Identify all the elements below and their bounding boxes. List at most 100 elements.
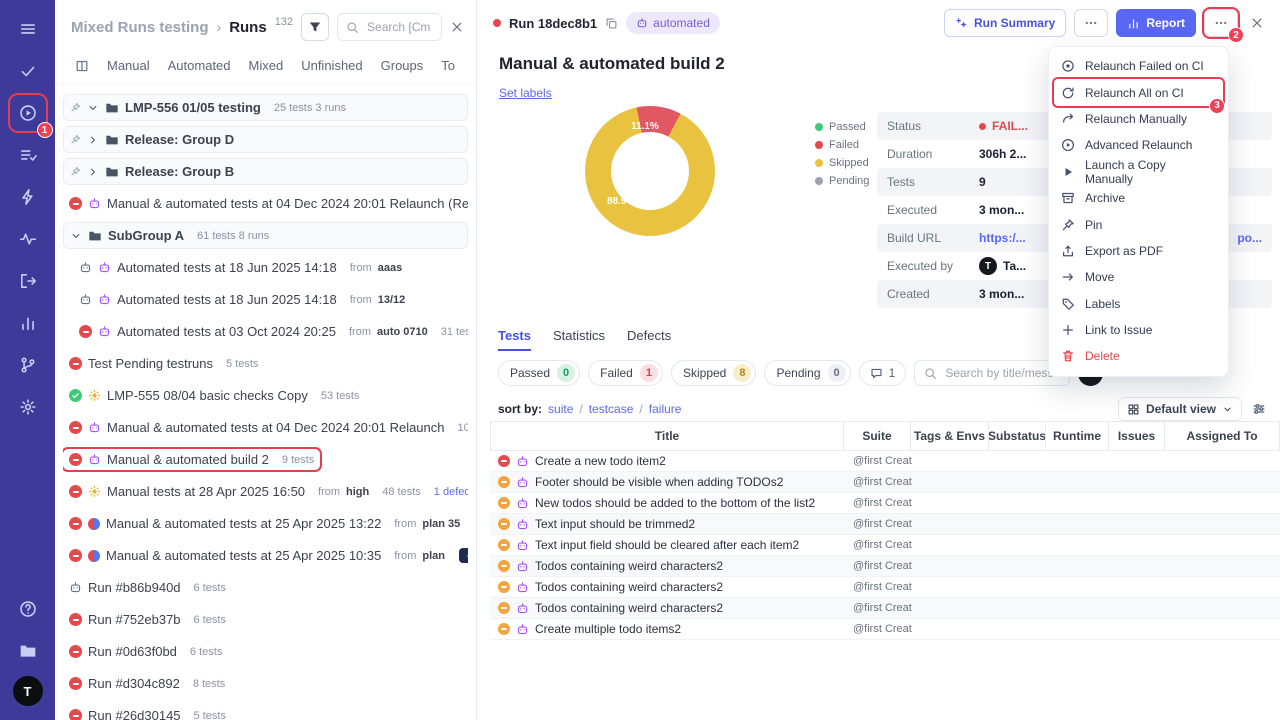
sidebar-btn-activity[interactable] (0, 218, 55, 260)
run-item[interactable]: Run #d304c892 8 tests (63, 670, 468, 697)
menu-item-labels[interactable]: Labels (1049, 291, 1228, 317)
sidebar-btn-gear[interactable] (0, 386, 55, 428)
sidebar-btn-help-circle[interactable] (0, 588, 55, 630)
sidebar-btn-git-branch[interactable] (0, 344, 55, 386)
filter-button[interactable] (301, 13, 330, 41)
column-header-substatus[interactable]: Substatus (989, 422, 1046, 450)
tests-search-input[interactable] (943, 365, 1061, 381)
sidebar-btn-check[interactable] (0, 50, 55, 92)
run-item[interactable]: Automated tests at 03 Oct 2024 20:25 from… (73, 318, 468, 345)
menu-item-relaunch-failed-on-ci[interactable]: Relaunch Failed on CI (1049, 53, 1228, 79)
folder-item[interactable]: Release: Group D (63, 126, 468, 153)
sidebar-btn-zap[interactable] (0, 176, 55, 218)
run-actions-more-button[interactable]: 2 (1204, 9, 1244, 43)
view-selector[interactable]: Default view (1117, 397, 1242, 421)
menu-item-delete[interactable]: Delete (1049, 343, 1228, 369)
column-header-runtime[interactable]: Runtime (1046, 422, 1109, 450)
run-item[interactable]: LMP-555 08/04 basic checks Copy 53 tests (63, 382, 468, 409)
runs-tab-manual[interactable]: Manual (107, 58, 150, 73)
menu-item-archive[interactable]: Archive (1049, 185, 1228, 211)
folder-item[interactable]: LMP-556 01/05 testing 25 tests 3 runs (63, 94, 468, 121)
test-row[interactable]: Create multiple todo items2 @first Create… (490, 619, 1280, 640)
run-item[interactable]: Manual & automated tests at 25 Apr 2025 … (63, 542, 468, 569)
run-summary-button[interactable]: Run Summary (943, 9, 1067, 37)
test-row[interactable]: Create a new todo item2 @first Create ... (490, 451, 1280, 472)
sidebar-btn-list-check[interactable] (0, 134, 55, 176)
column-header-tags-envs[interactable]: Tags & Envs (911, 422, 989, 450)
sidebar-btn-play-circle[interactable]: 1 (0, 92, 55, 138)
test-row[interactable]: Todos containing weird characters2 @first… (490, 598, 1280, 619)
run-item[interactable]: Run #0d63f0bd 6 tests (63, 638, 468, 665)
sidebar-btn-sign-in[interactable] (0, 260, 55, 302)
run-item[interactable]: Test Pending testruns 5 tests (63, 350, 468, 377)
tab-tests[interactable]: Tests (498, 328, 531, 351)
folder-item[interactable]: SubGroup A 61 tests 8 runs (63, 222, 468, 249)
runs-search[interactable] (337, 13, 442, 41)
close-run-detail-icon[interactable] (1250, 16, 1264, 30)
filter-chip-failed[interactable]: Failed 1 (588, 360, 663, 386)
runs-tab-automated[interactable]: Automated (168, 58, 231, 73)
app-root: 1 T Mixed Runs testing › Runs 132 Manual… (0, 0, 1280, 720)
robot-icon (516, 497, 529, 510)
sidebar-btn-menu[interactable] (0, 8, 55, 50)
run-item[interactable]: Automated tests at 18 Jun 2025 14:18 from… (73, 286, 468, 313)
table-settings-icon[interactable] (1252, 402, 1266, 416)
column-header-issues[interactable]: Issues (1109, 422, 1165, 450)
menu-item-pin[interactable]: Pin (1049, 211, 1228, 237)
tests-search[interactable] (914, 360, 1071, 386)
column-header-assigned-to[interactable]: Assigned To (1165, 422, 1279, 450)
filter-chip-pending[interactable]: Pending 0 (764, 360, 851, 386)
test-row[interactable]: Todos containing weird characters2 @first… (490, 577, 1280, 598)
sidebar-btn-folder[interactable] (0, 630, 55, 672)
menu-item-export-as-pdf[interactable]: Export as PDF (1049, 238, 1228, 264)
column-header-title[interactable]: Title (491, 422, 844, 450)
set-labels-link[interactable]: Set labels (499, 86, 552, 100)
run-item[interactable]: Manual & automated tests at 25 Apr 2025 … (63, 510, 468, 537)
run-item[interactable]: Manual tests at 28 Apr 2025 16:50 from hig… (63, 478, 468, 505)
test-row[interactable]: Text input should be trimmed2 @first Crea… (490, 514, 1280, 535)
summary-more-button[interactable] (1074, 9, 1109, 37)
runs-tab-mixed[interactable]: Mixed (249, 58, 284, 73)
filter-chip-passed[interactable]: Passed 0 (498, 360, 581, 386)
copy-run-id-icon[interactable] (605, 17, 618, 30)
menu-item-relaunch-all-on-ci[interactable]: Relaunch All on CI 3 (1054, 79, 1225, 114)
detail-value[interactable]: https:/... (979, 231, 1026, 245)
cell-empty (1110, 619, 1166, 639)
tab-defects[interactable]: Defects (627, 328, 671, 351)
user-avatar[interactable]: T (12, 676, 43, 706)
run-item[interactable]: Manual & automated build 2 9 tests (63, 446, 468, 473)
tab-statistics[interactable]: Statistics (553, 328, 605, 351)
test-row[interactable]: Todos containing weird characters2 @first… (490, 556, 1280, 577)
columns-icon[interactable] (75, 59, 89, 73)
test-row[interactable]: Footer should be visible when adding TOD… (490, 472, 1280, 493)
menu-item-launch-a-copy-manually[interactable]: Launch a Copy Manually (1049, 158, 1228, 186)
menu-item-relaunch-manually[interactable]: Relaunch Manually (1049, 106, 1228, 132)
comments-filter-chip[interactable]: 1 (858, 360, 907, 386)
sort-by-testcase[interactable]: testcase (589, 402, 634, 416)
runs-tab-groups[interactable]: Groups (381, 58, 424, 73)
run-item[interactable]: Manual & automated tests at 04 Dec 2024 … (63, 414, 468, 441)
sort-by-failure[interactable]: failure (649, 402, 682, 416)
run-item[interactable]: Run #752eb37b 6 tests (63, 606, 468, 633)
run-item[interactable]: Manual & automated tests at 04 Dec 2024 … (63, 190, 468, 217)
test-row[interactable]: New todos should be added to the bottom … (490, 493, 1280, 514)
menu-item-advanced-relaunch[interactable]: Advanced Relaunch (1049, 132, 1228, 158)
runs-tab-unfinished[interactable]: Unfinished (301, 58, 362, 73)
runs-tab-to[interactable]: To (441, 58, 455, 73)
folder-item[interactable]: Release: Group B (63, 158, 468, 185)
filter-chip-skipped[interactable]: Skipped 8 (670, 360, 757, 386)
sidebar-btn-bar-chart[interactable] (0, 302, 55, 344)
run-item[interactable]: Run #b86b940d 6 tests (63, 574, 468, 601)
close-runs-panel-icon[interactable] (450, 20, 464, 34)
menu-item-link-to-issue[interactable]: Link to Issue (1049, 317, 1228, 343)
run-item[interactable]: Automated tests at 18 Jun 2025 14:18 from… (73, 254, 468, 281)
sort-by-suite[interactable]: suite (548, 402, 573, 416)
column-header-suite[interactable]: Suite (844, 422, 911, 450)
breadcrumb-project[interactable]: Mixed Runs testing (71, 19, 209, 36)
runs-search-input[interactable] (365, 19, 433, 35)
automated-badge[interactable]: automated (626, 12, 720, 34)
menu-item-move[interactable]: Move (1049, 264, 1228, 290)
run-item[interactable]: Run #26d30145 5 tests (63, 702, 468, 720)
report-button[interactable]: Report (1116, 9, 1196, 37)
test-row[interactable]: Text input field should be cleared after… (490, 535, 1280, 556)
